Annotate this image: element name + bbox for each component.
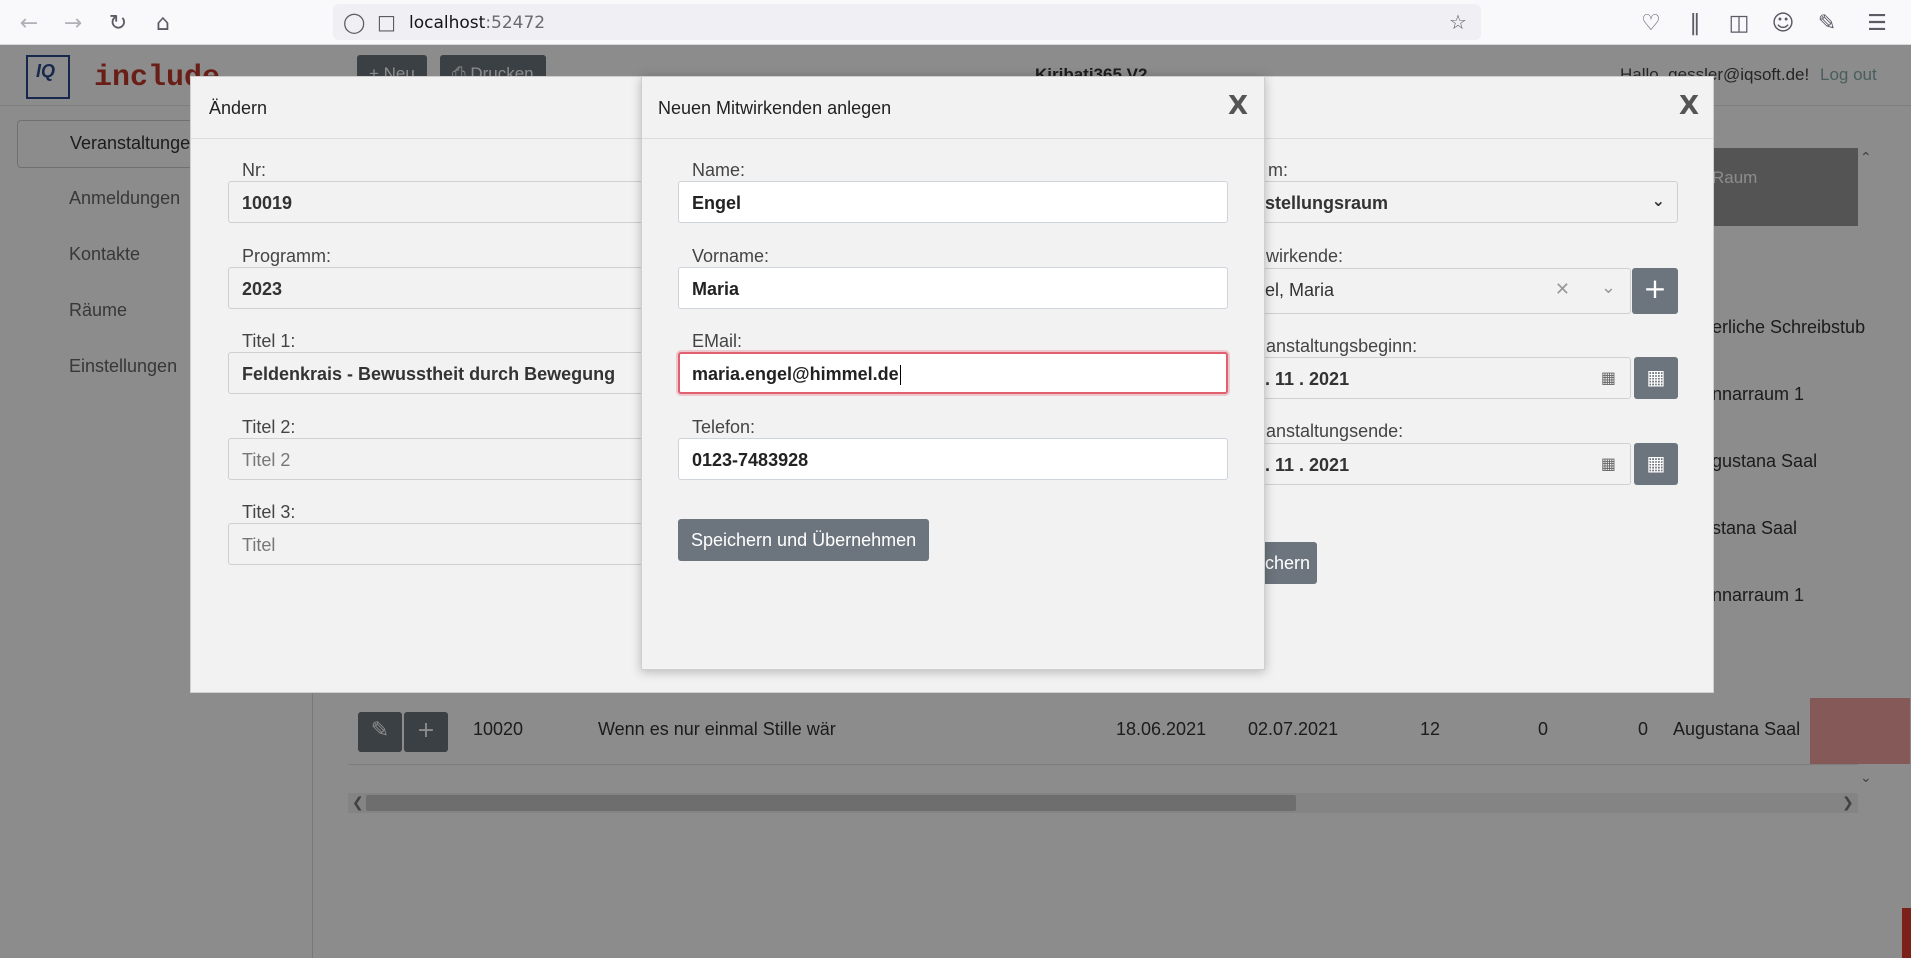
chevron-down-icon[interactable]: ⌄ <box>1601 277 1616 298</box>
clear-icon[interactable]: ✕ <box>1555 279 1570 300</box>
add-mitwirkende-button[interactable]: + <box>1632 268 1678 314</box>
extensions-icon[interactable]: ✎ <box>1810 6 1844 40</box>
chevron-down-icon: ⌄ <box>1651 191 1665 210</box>
beginn-date-field[interactable]: . 11 . 2021 ▦ <box>1251 357 1631 399</box>
new-contributor-modal: Neuen Mitwirkenden anlegen X Name: Engel… <box>641 76 1265 670</box>
browser-toolbar: ← → ↻ ⌂ ◯ □ localhost:52472 ☆ ♡ ‖ ◫ ☺ ✎ … <box>0 0 1911 45</box>
mitwirkende-label: wirkende: <box>1266 246 1344 266</box>
sidebar-toggle-icon[interactable]: ◫ <box>1722 6 1756 40</box>
nr-field[interactable]: 10019 <box>228 181 648 223</box>
telefon-label: Telefon: <box>692 417 756 437</box>
titel2-field[interactable]: Titel 2 <box>228 438 648 480</box>
back-icon[interactable]: ← <box>12 6 46 40</box>
telefon-field[interactable]: 0123-7483928 <box>678 438 1228 480</box>
titel3-field[interactable]: Titel <box>228 523 648 565</box>
name-label: Name: <box>692 160 746 180</box>
calendar-icon[interactable]: ▦ <box>1601 454 1616 473</box>
menu-icon[interactable]: ☰ <box>1860 6 1894 40</box>
ende-label: anstaltungsende: <box>1266 421 1404 441</box>
bookmark-star-icon[interactable]: ☆ <box>1449 10 1467 34</box>
vorname-label: Vorname: <box>692 246 770 266</box>
titel2-label: Titel 2: <box>242 417 296 437</box>
email-label: EMail: <box>692 331 743 351</box>
forward-icon[interactable]: → <box>56 6 90 40</box>
beginn-label: anstaltungsbeginn: <box>1266 336 1418 356</box>
calculator-button[interactable]: ▦ <box>1634 443 1678 485</box>
pocket-icon[interactable]: ♡ <box>1634 6 1668 40</box>
mitwirkende-select[interactable]: el, Maria ✕ ⌄ <box>1251 268 1631 314</box>
library-icon[interactable]: ‖ <box>1678 6 1712 40</box>
titel1-field[interactable]: Feldenkrais - Bewusstheit durch Bewegung <box>228 352 648 394</box>
programm-field[interactable]: 2023 <box>228 267 648 309</box>
name-field[interactable]: Engel <box>678 181 1228 223</box>
shield-icon[interactable]: ◯ <box>343 10 365 34</box>
vorname-field[interactable]: Maria <box>678 267 1228 309</box>
edit-modal-title: Ändern <box>209 98 268 118</box>
calendar-icon[interactable]: ▦ <box>1601 368 1616 387</box>
ende-date-field[interactable]: . 11 . 2021 ▦ <box>1251 443 1631 485</box>
nr-label: Nr: <box>242 160 266 180</box>
close-icon[interactable]: X <box>1228 91 1248 121</box>
programm-label: Programm: <box>242 246 332 266</box>
new-contributor-modal-title: Neuen Mitwirkenden anlegen <box>658 98 892 118</box>
raum-label: m: <box>1268 160 1288 180</box>
titel3-label: Titel 3: <box>242 502 296 522</box>
text-caret <box>899 365 901 386</box>
edit-modal-close-icon[interactable]: X <box>1679 91 1699 121</box>
reload-icon[interactable]: ↻ <box>101 6 135 40</box>
url-bar[interactable]: ◯ □ localhost:52472 ☆ <box>333 4 1481 40</box>
email-field[interactable]: maria.engel@himmel.de <box>678 352 1228 394</box>
home-icon[interactable]: ⌂ <box>146 6 180 40</box>
save-and-apply-button[interactable]: Speichern und Übernehmen <box>678 519 930 561</box>
new-contributor-modal-header: Neuen Mitwirkenden anlegen X <box>642 77 1264 139</box>
calculator-button[interactable]: ▦ <box>1634 357 1678 399</box>
titel1-label: Titel 1: <box>242 331 296 351</box>
page-icon: □ <box>377 10 396 34</box>
account-icon[interactable]: ☺ <box>1766 6 1800 40</box>
url-text[interactable]: localhost:52472 <box>409 13 545 33</box>
raum-select[interactable]: stellungsraum ⌄ <box>1251 181 1678 223</box>
